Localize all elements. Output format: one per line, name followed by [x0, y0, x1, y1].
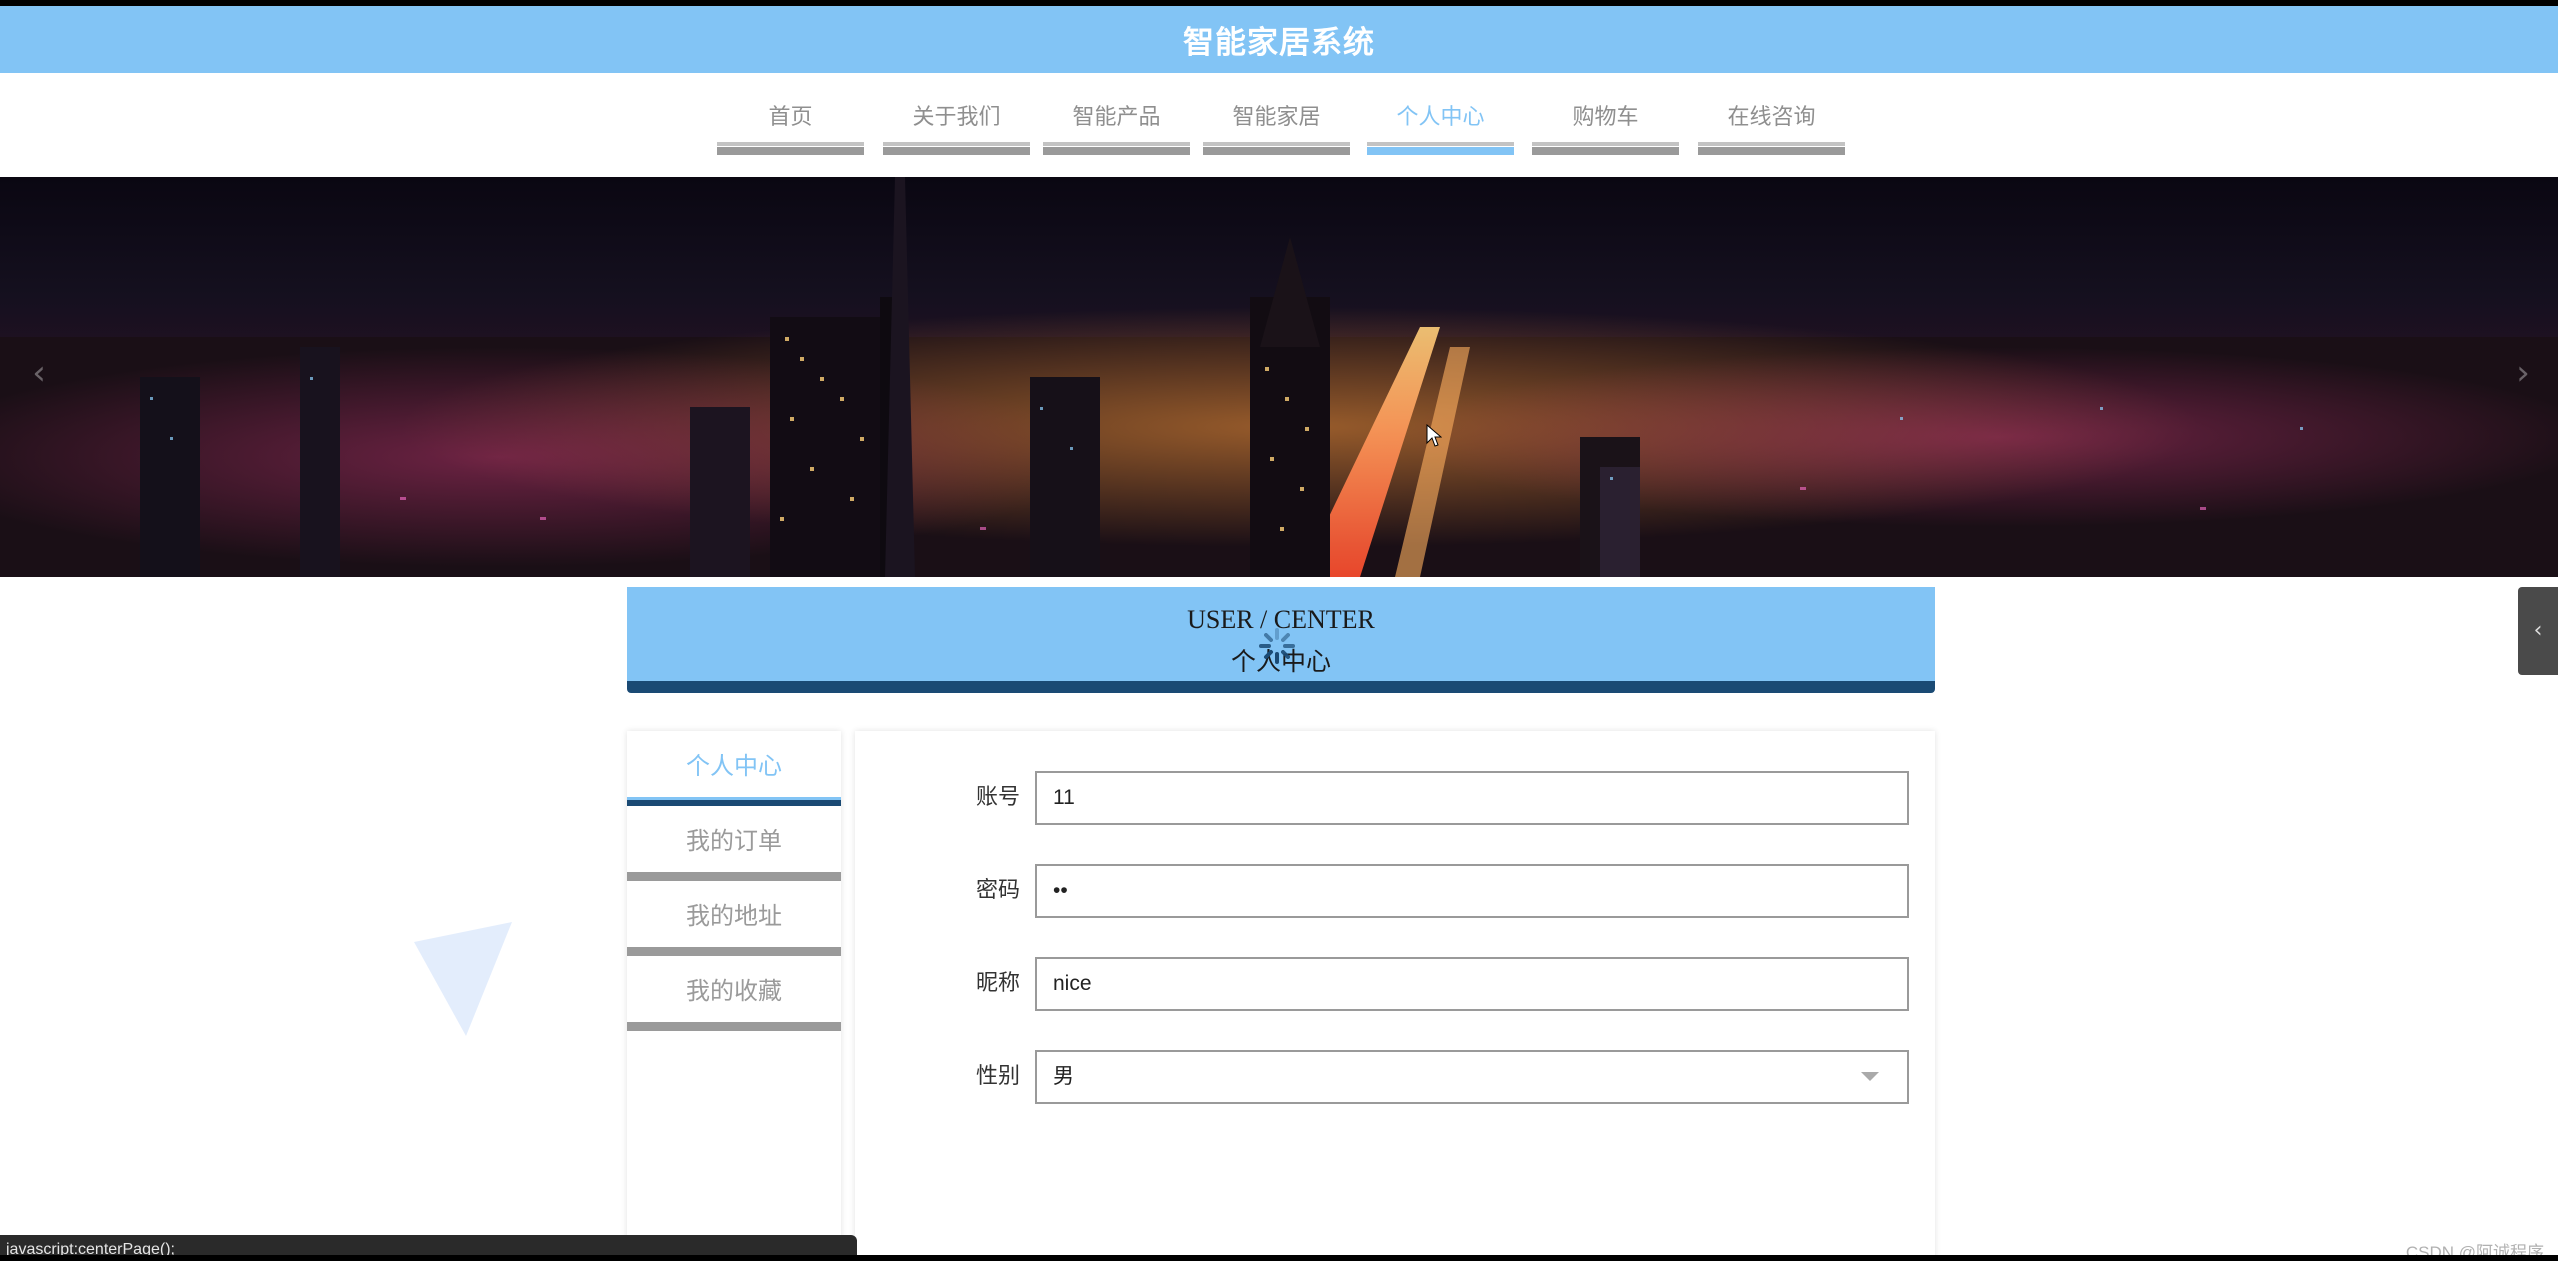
nav-item-about[interactable]: 关于我们 — [883, 103, 1030, 155]
nav-item-underline — [1043, 142, 1190, 155]
nav-item-underline — [717, 142, 864, 155]
gender-select[interactable]: 男 — [1035, 1050, 1909, 1104]
side-panel-toggle[interactable]: ‹ — [2518, 587, 2558, 675]
password-input[interactable] — [1035, 864, 1909, 918]
nav-item-underline — [1203, 142, 1350, 155]
nav-item-label: 关于我们 — [912, 105, 1001, 130]
nav-item-user-center[interactable]: 个人中心 — [1367, 103, 1514, 155]
nav-item-label: 智能产品 — [1072, 105, 1161, 130]
nav-item-cart[interactable]: 购物车 — [1532, 103, 1679, 155]
menu-item-favorites[interactable]: 我的收藏 — [627, 956, 841, 1031]
chevron-down-icon — [1861, 1072, 1879, 1081]
site-header: 智能家居系统 — [0, 6, 2558, 73]
menu-item-label: 我的地址 — [686, 902, 782, 930]
account-label: 账号 — [975, 785, 1020, 810]
user-side-menu: 个人中心 我的订单 我的地址 我的收藏 — [627, 731, 841, 1255]
password-label: 密码 — [975, 878, 1020, 903]
loading-spinner-icon — [1259, 628, 1295, 664]
chevron-left-icon: ‹ — [2533, 618, 2543, 643]
nav-item-label: 个人中心 — [1396, 105, 1485, 130]
gender-label: 性别 — [975, 1064, 1020, 1089]
banner-city-image — [0, 177, 2558, 577]
mouse-cursor-icon — [1426, 424, 1442, 447]
nav-item-underline — [1367, 142, 1514, 155]
chevron-right-icon[interactable]: › — [2508, 353, 2538, 393]
menu-item-label: 我的订单 — [686, 827, 782, 855]
nav-item-label: 首页 — [768, 105, 813, 130]
main-nav: 首页 关于我们 智能产品 智能家居 个人中心 购物车 在线咨询 — [0, 73, 2558, 177]
gender-row: 性别 男 — [855, 1050, 1935, 1104]
page: 智能家居系统 首页 关于我们 智能产品 智能家居 个人中心 购物车 在线咨询 ‹… — [0, 6, 2558, 1255]
nav-item-underline — [883, 142, 1030, 155]
decorative-triangle — [414, 922, 512, 1036]
nav-item-label: 智能家居 — [1232, 105, 1321, 130]
gender-select-value: 男 — [1053, 1065, 1074, 1088]
chevron-left-icon[interactable]: ‹ — [24, 353, 54, 393]
nav-item-underline — [1532, 142, 1679, 155]
profile-form: 账号 密码 昵称 性别 男 — [855, 731, 1935, 1255]
nickname-row: 昵称 — [855, 957, 1935, 1011]
password-row: 密码 — [855, 864, 1935, 918]
banner-carousel[interactable]: ‹ › — [0, 177, 2558, 577]
nav-item-consult[interactable]: 在线咨询 — [1698, 103, 1845, 155]
site-title: 智能家居系统 — [1183, 25, 1375, 61]
menu-item-underline — [627, 947, 841, 956]
nav-item-products[interactable]: 智能产品 — [1043, 103, 1190, 155]
menu-item-underline — [627, 797, 841, 806]
menu-item-label: 个人中心 — [686, 752, 782, 780]
nav-item-label: 购物车 — [1572, 105, 1639, 130]
nav-item-smart-home[interactable]: 智能家居 — [1203, 103, 1350, 155]
nav-item-home[interactable]: 首页 — [717, 103, 864, 155]
menu-item-addresses[interactable]: 我的地址 — [627, 881, 841, 956]
nav-item-label: 在线咨询 — [1727, 105, 1816, 130]
nav-item-underline — [1698, 142, 1845, 155]
menu-item-underline — [627, 872, 841, 881]
browser-status-bar: javascript:centerPage(); — [0, 1235, 857, 1255]
menu-item-orders[interactable]: 我的订单 — [627, 806, 841, 881]
nickname-label: 昵称 — [975, 971, 1020, 996]
menu-item-underline — [627, 1022, 841, 1031]
account-input[interactable] — [1035, 771, 1909, 825]
menu-item-user-center[interactable]: 个人中心 — [627, 731, 841, 806]
menu-item-label: 我的收藏 — [686, 977, 782, 1005]
nickname-input[interactable] — [1035, 957, 1909, 1011]
account-row: 账号 — [855, 771, 1935, 825]
section-underline — [627, 681, 1935, 693]
watermark: CSDN @阿诚程序 — [2405, 1243, 2544, 1255]
